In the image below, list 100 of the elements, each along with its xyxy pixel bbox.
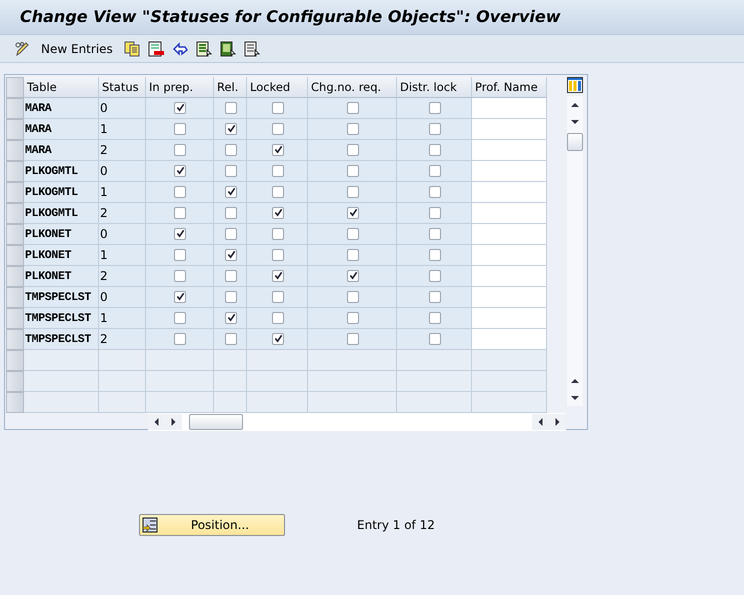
input-field[interactable]	[472, 203, 547, 224]
row-selector[interactable]	[6, 329, 24, 350]
input-field[interactable]	[472, 140, 547, 161]
checkbox[interactable]	[224, 123, 236, 135]
input-field[interactable]	[472, 266, 547, 287]
checkbox[interactable]	[428, 123, 440, 135]
checkbox[interactable]	[272, 123, 284, 135]
scroll-right-icon[interactable]	[165, 414, 182, 430]
checkbox[interactable]	[272, 102, 284, 114]
checkbox[interactable]	[272, 165, 284, 177]
checkbox[interactable]	[272, 312, 284, 324]
checkbox[interactable]	[346, 228, 358, 240]
checkbox[interactable]	[346, 165, 358, 177]
checkbox[interactable]	[224, 312, 236, 324]
checkbox[interactable]	[346, 102, 358, 114]
checkbox[interactable]	[224, 228, 236, 240]
new-entries-button[interactable]: New Entries	[38, 40, 116, 58]
checkbox[interactable]	[346, 333, 358, 345]
checkbox[interactable]	[346, 291, 358, 303]
input-field[interactable]	[472, 245, 547, 266]
column-header[interactable]: Rel.	[214, 77, 247, 98]
row-selector[interactable]	[6, 350, 24, 371]
checkbox[interactable]	[428, 228, 440, 240]
column-header[interactable]: Distr. lock	[397, 77, 472, 98]
checkbox[interactable]	[174, 123, 186, 135]
input-field[interactable]	[472, 98, 547, 119]
scroll-left-icon[interactable]	[532, 414, 549, 430]
row-selector[interactable]	[6, 98, 24, 119]
column-header[interactable]: Status	[99, 77, 146, 98]
input-field[interactable]	[472, 224, 547, 245]
input-field[interactable]	[472, 119, 547, 140]
checkbox[interactable]	[174, 249, 186, 261]
checkbox[interactable]	[174, 333, 186, 345]
column-header[interactable]: Chg.no. req.	[308, 77, 397, 98]
checkbox[interactable]	[224, 144, 236, 156]
column-header[interactable]: Locked	[247, 77, 308, 98]
checkbox[interactable]	[428, 249, 440, 261]
row-selector[interactable]	[6, 245, 24, 266]
row-selector[interactable]	[6, 308, 24, 329]
checkbox[interactable]	[428, 102, 440, 114]
row-selector[interactable]	[6, 182, 24, 203]
checkbox[interactable]	[174, 228, 186, 240]
column-header[interactable]: Table	[24, 77, 99, 98]
document-icon[interactable]	[244, 40, 260, 56]
checkbox[interactable]	[346, 123, 358, 135]
checkbox[interactable]	[428, 144, 440, 156]
row-selector[interactable]	[6, 203, 24, 224]
checkbox[interactable]	[174, 291, 186, 303]
checkbox[interactable]	[428, 291, 440, 303]
checkbox[interactable]	[174, 312, 186, 324]
checkbox[interactable]	[428, 270, 440, 282]
undo-icon[interactable]	[172, 40, 188, 56]
input-field[interactable]	[472, 287, 547, 308]
column-header[interactable]: In prep.	[146, 77, 214, 98]
select-all-button[interactable]	[6, 77, 24, 98]
scroll-thumb[interactable]	[566, 133, 582, 151]
checkbox[interactable]	[224, 291, 236, 303]
checkbox[interactable]	[272, 333, 284, 345]
checkbox[interactable]	[272, 144, 284, 156]
row-selector[interactable]	[6, 371, 24, 392]
row-selector[interactable]	[6, 392, 24, 413]
checkbox[interactable]	[272, 270, 284, 282]
checkbox[interactable]	[174, 270, 186, 282]
checkbox[interactable]	[224, 186, 236, 198]
input-field[interactable]	[472, 161, 547, 182]
checkbox[interactable]	[272, 249, 284, 261]
row-selector[interactable]	[6, 266, 24, 287]
checkbox[interactable]	[224, 333, 236, 345]
checkbox[interactable]	[224, 102, 236, 114]
document-icon[interactable]	[196, 40, 212, 56]
checkbox[interactable]	[346, 312, 358, 324]
checkbox[interactable]	[428, 207, 440, 219]
checkbox[interactable]	[174, 144, 186, 156]
checkbox[interactable]	[428, 165, 440, 177]
document-icon[interactable]	[220, 40, 236, 56]
input-field[interactable]	[472, 182, 547, 203]
row-selector[interactable]	[6, 161, 24, 182]
checkbox[interactable]	[428, 333, 440, 345]
checkbox[interactable]	[224, 165, 236, 177]
pencil-icon[interactable]	[14, 40, 30, 56]
checkbox[interactable]	[272, 207, 284, 219]
checkbox[interactable]	[272, 186, 284, 198]
checkbox[interactable]	[346, 207, 358, 219]
checkbox[interactable]	[224, 207, 236, 219]
row-selector[interactable]	[6, 287, 24, 308]
row-selector[interactable]	[6, 119, 24, 140]
checkbox[interactable]	[346, 270, 358, 282]
checkbox[interactable]	[224, 249, 236, 261]
checkbox[interactable]	[272, 228, 284, 240]
checkbox[interactable]	[428, 312, 440, 324]
column-header[interactable]: Prof. Name	[472, 77, 547, 98]
column-settings-icon[interactable]	[566, 77, 582, 93]
checkbox[interactable]	[272, 291, 284, 303]
delete-icon[interactable]	[148, 40, 164, 56]
checkbox[interactable]	[346, 144, 358, 156]
checkbox[interactable]	[174, 102, 186, 114]
checkbox[interactable]	[174, 165, 186, 177]
copy-icon[interactable]	[124, 40, 140, 56]
checkbox[interactable]	[346, 249, 358, 261]
input-field[interactable]	[472, 308, 547, 329]
